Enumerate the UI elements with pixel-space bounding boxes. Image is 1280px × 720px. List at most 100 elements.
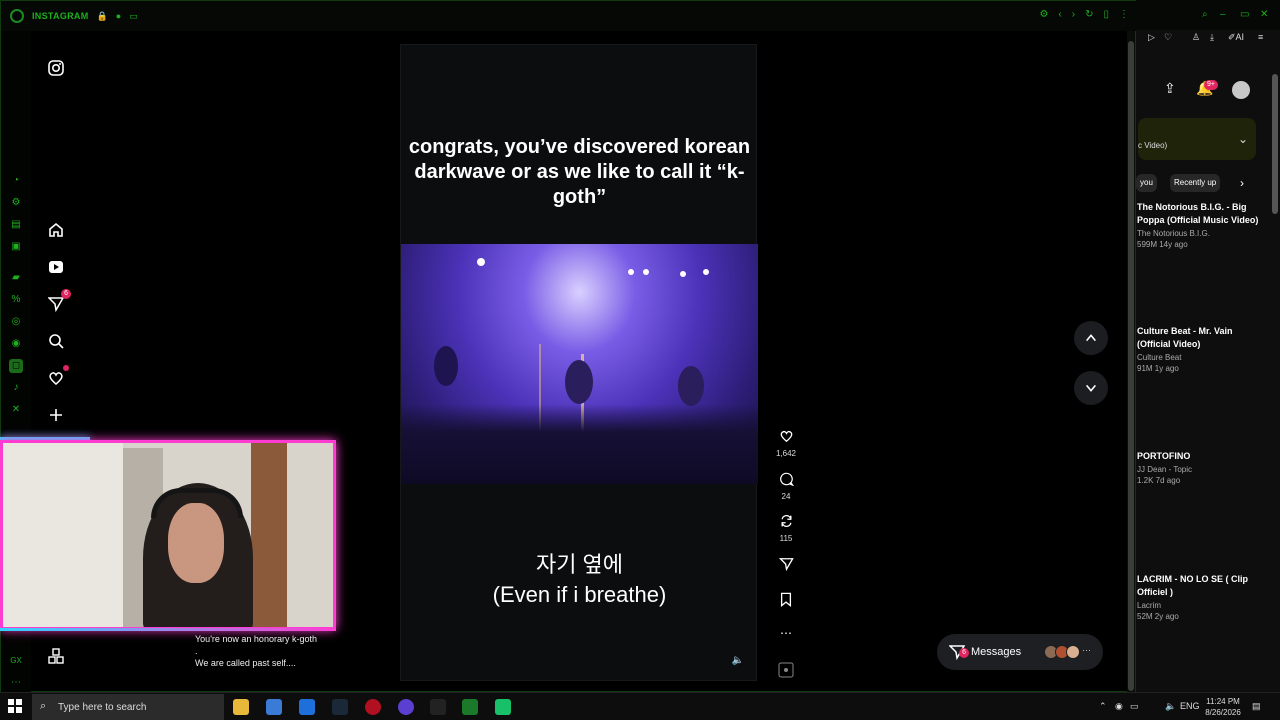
panel-topbar: ⌕ – ▭ ✕ [1136, 0, 1280, 30]
panel-minimize-icon[interactable]: – [1220, 9, 1226, 20]
search-icon[interactable] [45, 330, 67, 352]
account-icon[interactable]: ♙ [1192, 32, 1200, 43]
back-icon[interactable]: ‹ [1058, 9, 1061, 20]
x-icon[interactable]: ✕ [9, 403, 23, 417]
chip-recently-uploaded[interactable]: Recently up [1170, 174, 1221, 192]
panel-menu-icon[interactable]: ≡ [1258, 32, 1263, 42]
webcam-overlay [0, 440, 336, 630]
tray-app-icon[interactable]: ◉ [1115, 701, 1123, 712]
gx-cleaner-icon[interactable]: ▤ [9, 218, 23, 232]
video-meta: 599M 14y ago [1137, 240, 1188, 249]
file-explorer-icon[interactable] [233, 699, 249, 715]
vtuber-app-icon[interactable] [462, 699, 478, 715]
chevron-down-icon[interactable]: ⌄ [1238, 132, 1248, 146]
profile-avatar[interactable] [1232, 81, 1250, 99]
comment-button[interactable]: 24 [771, 472, 801, 501]
video-title: Culture Beat - Mr. Vain (Official Video) [1137, 326, 1233, 349]
next-reel-button[interactable] [1074, 371, 1108, 405]
opera-icon[interactable] [365, 699, 381, 715]
action-center-icon[interactable]: ▤ [1252, 701, 1261, 712]
home-icon[interactable] [45, 219, 67, 241]
panel-search-icon[interactable]: ⌕ [1202, 9, 1208, 20]
like-heart-icon [780, 430, 792, 443]
panel-close-icon[interactable]: ✕ [1260, 9, 1268, 20]
scrollbar-thumb[interactable] [1128, 41, 1134, 691]
upload-icon[interactable]: ⇪ [1164, 80, 1176, 97]
gx-control-icon[interactable]: ⚙ [9, 196, 23, 210]
pin-icon[interactable]: ▯ [1103, 9, 1109, 20]
taskbar-clock[interactable]: 11:24 PM 8/26/2026 [1203, 696, 1243, 718]
taskbar-search[interactable]: ⌕ Type here to search [32, 694, 224, 720]
headset [151, 488, 243, 518]
reel-top-caption: congrats, you’ve discovered korean darkw… [408, 136, 751, 208]
previous-reel-button[interactable] [1074, 321, 1108, 355]
direct-icon[interactable]: 6 [45, 289, 71, 315]
streaming-app-icon[interactable] [495, 699, 511, 715]
more-options-icon[interactable]: ⋯ [771, 626, 801, 640]
create-icon[interactable] [45, 404, 67, 426]
panel-toolbar: ▷ ♡ ♙ ⤓ ✐AI ≡ [1136, 30, 1280, 46]
gx-app-icon[interactable]: ▣ [9, 240, 23, 254]
reel-video[interactable]: congrats, you’ve discovered korean darkw… [400, 44, 758, 681]
audio-source-icon[interactable] [771, 662, 801, 683]
download-icon[interactable]: ⤓ [1210, 32, 1214, 43]
video-item[interactable]: PORTOFINO JJ Dean - Topic 1.2K 7d ago [1137, 450, 1267, 485]
activity-dot [63, 365, 69, 371]
panel-restore-icon[interactable]: ▭ [1240, 9, 1249, 20]
more-icon[interactable]: ⋯ [9, 676, 23, 690]
playing-card[interactable]: c Video) ⌄ [1138, 118, 1256, 160]
camera-icon[interactable]: ▭ [129, 11, 138, 22]
more-avatars: ··· [1082, 645, 1091, 655]
twitch-icon[interactable]: ▰ [9, 271, 23, 285]
ai-icon[interactable]: ✐AI [1228, 32, 1244, 43]
share-button[interactable] [771, 557, 801, 576]
search-icon: ⌕ [40, 700, 47, 712]
instagram-logo-icon[interactable] [45, 57, 67, 79]
panel-heart-icon[interactable]: ♡ [1164, 32, 1172, 43]
steam-icon[interactable] [332, 699, 348, 715]
lyric-korean: 자기 옆에 [535, 552, 624, 577]
volume-icon[interactable]: 🔈 [732, 655, 744, 666]
chip-you[interactable]: you [1136, 174, 1157, 192]
crowd-silhouette [401, 404, 758, 484]
like-button[interactable]: 1,642 [771, 429, 801, 458]
opera-gx-logo-icon[interactable] [10, 9, 24, 23]
instagram-sidebar-icon[interactable]: ◻ [9, 359, 23, 373]
messages-badge: 6 [959, 648, 969, 658]
windows-start-icon[interactable] [8, 699, 22, 713]
messages-button[interactable]: 6 Messages ··· [937, 634, 1103, 670]
whatsapp-icon[interactable]: ◎ [9, 315, 23, 329]
forward-icon[interactable]: › [1072, 9, 1075, 20]
chips-next-icon[interactable]: › [1236, 174, 1248, 192]
discord-app-icon[interactable] [398, 699, 414, 715]
store-icon[interactable] [266, 699, 282, 715]
play-icon[interactable]: ▷ [1148, 32, 1155, 43]
reload-icon[interactable]: ↻ [1085, 9, 1093, 20]
clock-date: 8/26/2026 [1205, 708, 1241, 717]
mail-icon[interactable] [299, 699, 315, 715]
heart-icon[interactable] [45, 365, 69, 389]
webcam-background [251, 443, 287, 627]
language-indicator[interactable]: ENG [1180, 701, 1200, 711]
menu-icon[interactable]: ⋮ [1119, 9, 1129, 20]
percent-icon[interactable]: % [9, 293, 23, 307]
video-item[interactable]: Culture Beat - Mr. Vain (Official Video)… [1137, 325, 1267, 373]
tiktok-icon[interactable]: ♪ [9, 381, 23, 395]
reels-icon[interactable] [45, 256, 67, 278]
gx-speed-dial-icon[interactable]: ◔ [9, 174, 23, 188]
volume-tray-icon[interactable]: 🔈 [1165, 701, 1176, 712]
security-icon[interactable] [430, 699, 446, 715]
panel-scrollbar[interactable] [1272, 74, 1278, 214]
discord-icon[interactable]: ◉ [9, 337, 23, 351]
video-item[interactable]: LACRIM - NO LO SE ( Clip Officiel ) Lacr… [1137, 573, 1267, 621]
more-menu-icon[interactable] [45, 645, 67, 667]
video-item[interactable]: The Notorious B.I.G. - Big Poppa (Offici… [1137, 201, 1267, 249]
mic-icon[interactable]: ● [116, 11, 121, 21]
tray-chevron-icon[interactable]: ⌃ [1099, 701, 1107, 712]
network-icon[interactable]: ▭ [1130, 701, 1139, 712]
settings-icon[interactable]: ⚙ [1039, 9, 1048, 20]
repost-button[interactable]: 115 [771, 514, 801, 543]
lock-icon: 🔒 [96, 10, 108, 21]
page-scrollbar[interactable] [1127, 31, 1135, 693]
save-button[interactable] [771, 592, 801, 612]
